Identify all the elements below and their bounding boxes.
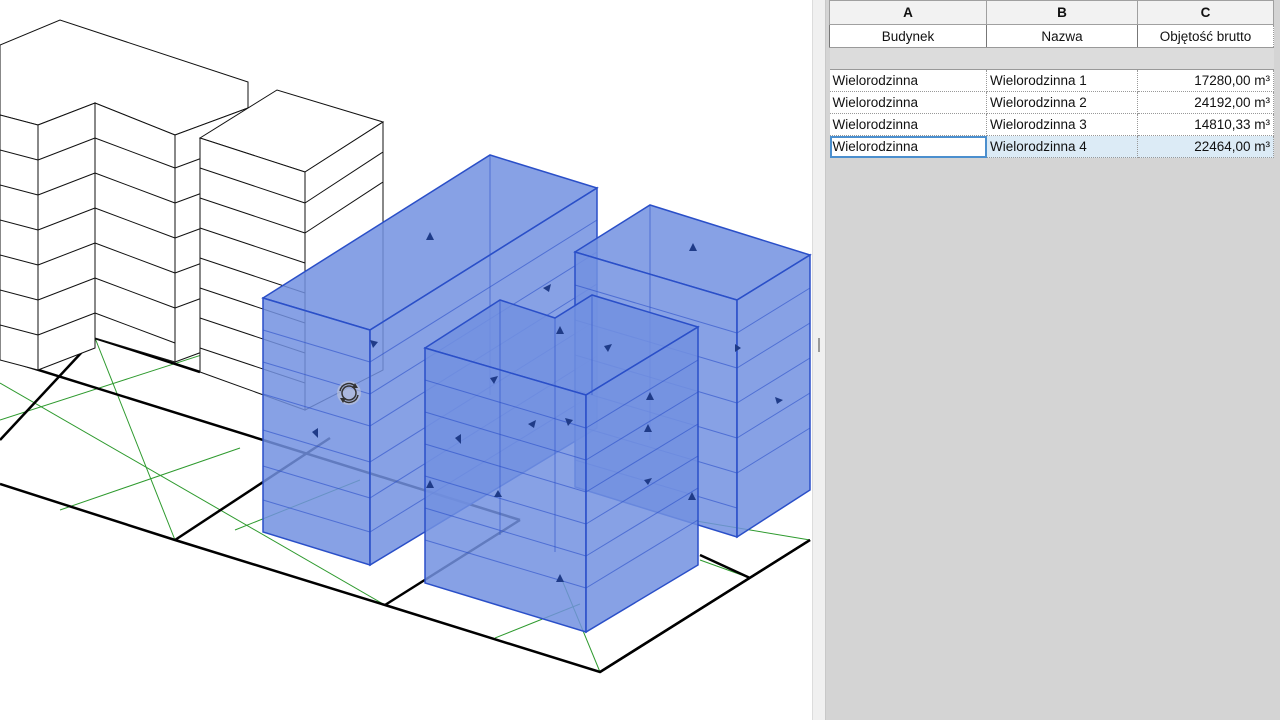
column-letter-b[interactable]: B (986, 0, 1138, 25)
column-letter-row: A B C (829, 0, 1274, 25)
cell-budynek[interactable]: Wielorodzinna (829, 69, 987, 92)
table-row[interactable]: Wielorodzinna Wielorodzinna 2 24192,00 m… (829, 91, 1274, 114)
mass-schedule-table: A B C Budynek Nazwa Objętość brutto Wiel… (829, 0, 1274, 158)
column-letter-c[interactable]: C (1137, 0, 1274, 25)
cell-objetosc[interactable]: 14810,33 m³ (1137, 113, 1274, 136)
header-budynek[interactable]: Budynek (829, 24, 987, 48)
cell-objetosc[interactable]: 22464,00 m³ (1137, 135, 1274, 158)
cell-objetosc[interactable]: 24192,00 m³ (1137, 91, 1274, 114)
splitter-grip-icon[interactable] (818, 338, 820, 352)
3d-model-canvas[interactable] (0, 0, 812, 720)
header-objetosc-brutto[interactable]: Objętość brutto (1137, 24, 1274, 48)
table-row[interactable]: Wielorodzinna Wielorodzinna 3 14810,33 m… (829, 113, 1274, 136)
cell-nazwa[interactable]: Wielorodzinna 4 (986, 135, 1138, 158)
orbit-icon (337, 381, 361, 405)
table-row-selected[interactable]: Wielorodzinna Wielorodzinna 4 22464,00 m… (829, 135, 1274, 158)
table-row[interactable]: Wielorodzinna Wielorodzinna 1 17280,00 m… (829, 69, 1274, 92)
cell-nazwa[interactable]: Wielorodzinna 2 (986, 91, 1138, 114)
cell-nazwa[interactable]: Wielorodzinna 1 (986, 69, 1138, 92)
header-nazwa[interactable]: Nazwa (986, 24, 1138, 48)
cell-nazwa[interactable]: Wielorodzinna 3 (986, 113, 1138, 136)
schedule-panel: A B C Budynek Nazwa Objętość brutto Wiel… (826, 0, 1280, 720)
column-letter-a[interactable]: A (829, 0, 987, 25)
cell-budynek-active[interactable]: Wielorodzinna (829, 135, 987, 158)
cell-budynek[interactable]: Wielorodzinna (829, 91, 987, 114)
panel-splitter[interactable] (812, 0, 826, 720)
column-header-row: Budynek Nazwa Objętość brutto (829, 24, 1274, 48)
cell-objetosc[interactable]: 17280,00 m³ (1137, 69, 1274, 92)
header-spacer-row (829, 47, 1274, 70)
cell-budynek[interactable]: Wielorodzinna (829, 113, 987, 136)
3d-view[interactable] (0, 0, 812, 720)
